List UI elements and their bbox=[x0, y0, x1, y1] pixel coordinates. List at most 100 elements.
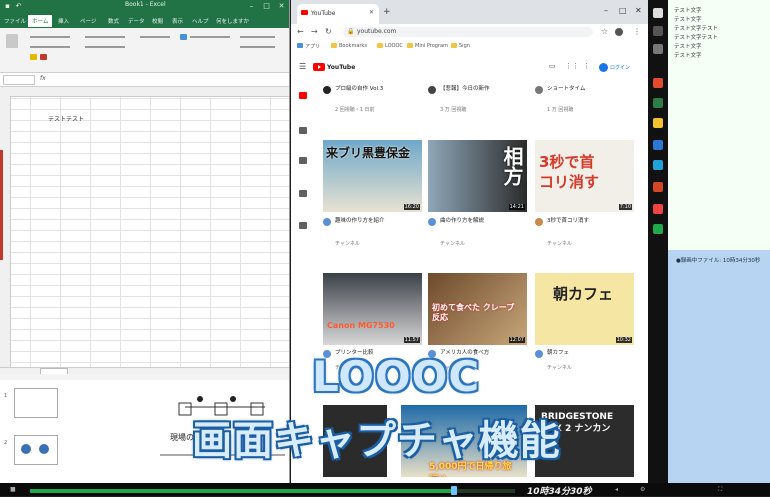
fx-icon[interactable]: fx bbox=[40, 75, 46, 82]
back-icon[interactable]: ← bbox=[297, 27, 304, 36]
volume-icon[interactable]: ◂ bbox=[615, 486, 618, 493]
alignment-row[interactable] bbox=[85, 36, 125, 38]
home-icon[interactable] bbox=[299, 92, 307, 99]
windows-start-icon[interactable] bbox=[653, 8, 663, 18]
minimize-icon[interactable]: – bbox=[604, 6, 608, 15]
tab-review[interactable]: 校閲 bbox=[152, 17, 163, 25]
reload-icon[interactable]: ↻ bbox=[325, 27, 332, 36]
video-thumbnail-4[interactable]: 来ブリ黒豊保金 16:20 bbox=[323, 140, 422, 212]
star-icon[interactable]: ☆ bbox=[601, 27, 608, 36]
channel-avatar[interactable] bbox=[428, 218, 436, 226]
video-title-5[interactable]: 曲の作り方を解説 bbox=[440, 218, 522, 225]
bookmark-3[interactable]: Mini Program bbox=[415, 43, 448, 49]
number-format-box[interactable] bbox=[140, 36, 170, 38]
video-thumbnail-7[interactable]: Canon MG7530 11:57 bbox=[323, 273, 422, 345]
undo-icon[interactable]: ↶ bbox=[14, 2, 23, 11]
video-camera-icon[interactable]: ▭ bbox=[549, 62, 556, 70]
channel-avatar[interactable] bbox=[428, 86, 436, 94]
bookmark-2[interactable]: LOOOC bbox=[385, 43, 403, 49]
font-color-icon[interactable] bbox=[40, 54, 47, 60]
conditional-format-icon[interactable] bbox=[180, 34, 187, 40]
video-title-6[interactable]: 3秒で首コリ消す bbox=[547, 218, 629, 225]
settings-icon[interactable]: ⚙ bbox=[640, 486, 645, 493]
channel-avatar[interactable] bbox=[535, 218, 543, 226]
apps-grid-icon[interactable]: ⋮⋮ bbox=[565, 62, 579, 70]
powerpoint-icon[interactable] bbox=[653, 182, 663, 192]
video-thumbnail-9[interactable]: 朝カフェ 10:32 bbox=[535, 273, 634, 345]
fullscreen-icon[interactable]: ⛶ bbox=[718, 486, 722, 494]
paste-icon[interactable] bbox=[6, 34, 18, 48]
font-name-box[interactable] bbox=[30, 36, 70, 38]
close-icon[interactable]: ✕ bbox=[635, 6, 642, 15]
play-icon[interactable]: ■ bbox=[10, 486, 16, 493]
cells-row[interactable] bbox=[240, 36, 275, 38]
library-icon[interactable] bbox=[299, 190, 307, 197]
excel-icon[interactable] bbox=[653, 98, 663, 108]
browser-tab[interactable]: YouTube ✕ bbox=[297, 4, 379, 24]
menu-icon[interactable]: ⋮ bbox=[633, 27, 641, 36]
slide-thumbnail-1[interactable] bbox=[14, 388, 58, 418]
fill-color-icon[interactable] bbox=[30, 54, 37, 60]
video-title-2[interactable]: 【悲報】今日の新作 bbox=[440, 86, 522, 93]
tab-file[interactable]: ファイル bbox=[4, 17, 26, 25]
settings-dots-icon[interactable]: ⋮ bbox=[583, 62, 590, 70]
font-format-row[interactable] bbox=[30, 46, 70, 48]
recorder-icon[interactable] bbox=[653, 224, 663, 234]
tab-data[interactable]: データ bbox=[128, 17, 145, 25]
forward-icon[interactable]: → bbox=[311, 27, 318, 36]
video-title-1[interactable]: プロ級の自作 Vol.3 bbox=[335, 86, 417, 93]
folder-icon[interactable] bbox=[653, 118, 663, 128]
video-thumbnail-5[interactable]: 相方 14:21 bbox=[428, 140, 527, 212]
app-icon[interactable] bbox=[653, 204, 663, 214]
tab-page[interactable]: ページ bbox=[80, 17, 96, 25]
name-box[interactable] bbox=[3, 75, 35, 85]
search-icon[interactable] bbox=[653, 26, 663, 36]
tab-view[interactable]: 表示 bbox=[172, 17, 183, 25]
tab-home[interactable]: ホーム bbox=[28, 15, 53, 27]
tab-formulas[interactable]: 数式 bbox=[108, 17, 119, 25]
bookmark-4[interactable]: Sign bbox=[459, 43, 470, 49]
youtube-wordmark[interactable]: YouTube bbox=[327, 64, 355, 71]
bookmark-1[interactable]: Bookmarks bbox=[339, 43, 367, 49]
cell-value[interactable]: テストテスト bbox=[48, 114, 84, 123]
youtube-logo-icon[interactable] bbox=[313, 63, 325, 71]
video-title-3[interactable]: ショートタイム bbox=[547, 86, 629, 93]
close-icon[interactable]: ✕ bbox=[277, 2, 286, 11]
save-icon[interactable]: ▪ bbox=[3, 2, 12, 11]
styles-row[interactable] bbox=[190, 36, 230, 38]
explore-icon[interactable] bbox=[299, 127, 307, 134]
history-icon[interactable] bbox=[299, 222, 307, 229]
channel-avatar[interactable] bbox=[535, 350, 543, 358]
mail-icon[interactable] bbox=[653, 140, 663, 150]
chrome-icon[interactable] bbox=[653, 78, 663, 88]
notepad-window[interactable]: テスト文字 テスト文字 テスト文字テスト テスト文字テスト テスト文字 テスト文… bbox=[668, 0, 770, 250]
video-title-4[interactable]: 趣味の作り方を紹介 bbox=[335, 218, 417, 225]
task-view-icon[interactable] bbox=[653, 44, 663, 54]
address-bar[interactable]: 🔒 youtube.com bbox=[343, 27, 593, 37]
worksheet-grid[interactable] bbox=[0, 87, 289, 367]
tell-me-search[interactable]: 何をしますか bbox=[216, 17, 249, 25]
maximize-icon[interactable]: □ bbox=[262, 2, 271, 11]
video-thumbnail-6[interactable]: 3秒で首コリ消す 7:10 bbox=[535, 140, 634, 212]
edge-icon[interactable] bbox=[653, 160, 663, 170]
subscriptions-icon[interactable] bbox=[299, 157, 307, 164]
progress-handle[interactable] bbox=[451, 486, 457, 495]
tab-help[interactable]: ヘルプ bbox=[192, 17, 209, 25]
account-icon[interactable] bbox=[599, 63, 608, 72]
editing-row[interactable] bbox=[240, 46, 275, 48]
tab-insert[interactable]: 挿入 bbox=[58, 17, 69, 25]
signin-link[interactable]: ログイン bbox=[610, 64, 630, 71]
channel-avatar[interactable] bbox=[323, 86, 331, 94]
profile-icon[interactable] bbox=[615, 28, 623, 36]
channel-avatar[interactable] bbox=[323, 218, 331, 226]
video-thumbnail-8[interactable]: 初めて食べた クレープ 反応 12:07 bbox=[428, 273, 527, 345]
video-title-9[interactable]: 朝カフェ bbox=[547, 350, 629, 357]
new-tab-icon[interactable]: + bbox=[383, 7, 391, 17]
tab-close-icon[interactable]: ✕ bbox=[369, 9, 374, 16]
hamburger-menu-icon[interactable]: ☰ bbox=[299, 62, 306, 71]
minimize-icon[interactable]: – bbox=[247, 2, 256, 11]
slide-thumbnail-2[interactable] bbox=[14, 435, 58, 465]
wrap-row[interactable] bbox=[85, 46, 125, 48]
maximize-icon[interactable]: □ bbox=[619, 6, 627, 15]
channel-avatar[interactable] bbox=[535, 86, 543, 94]
